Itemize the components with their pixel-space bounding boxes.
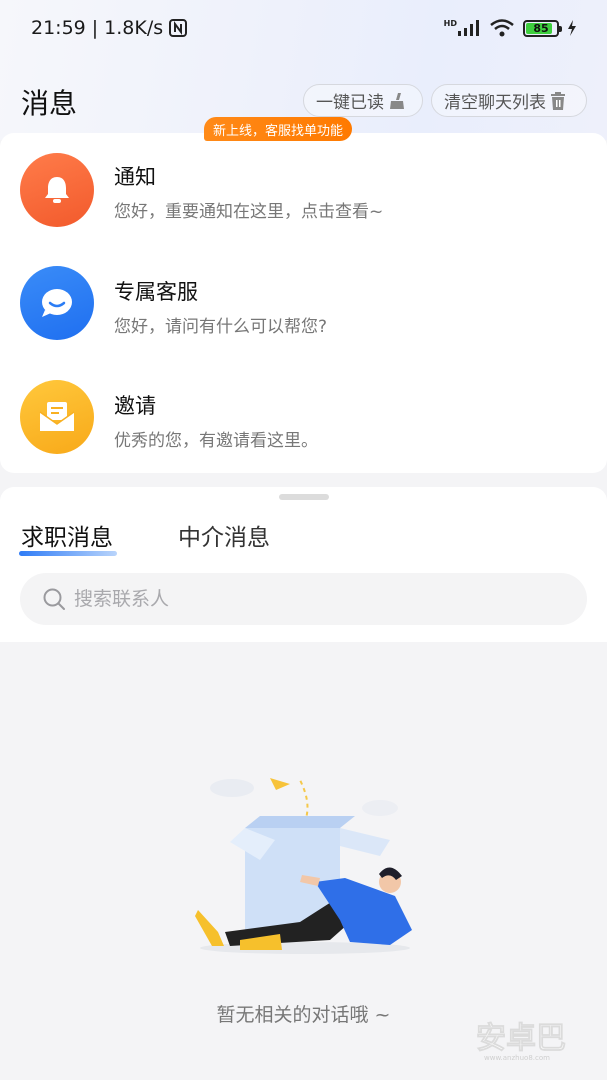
chat-bubble-icon — [20, 266, 94, 340]
search-bar[interactable] — [20, 573, 587, 625]
trash-icon — [551, 91, 565, 110]
network-type-label: HD — [443, 18, 457, 28]
bell-icon — [20, 153, 94, 227]
message-item-service[interactable]: 专属客服 您好，请问有什么可以帮您? — [0, 266, 607, 366]
broom-icon — [390, 92, 404, 109]
search-icon — [43, 588, 65, 610]
status-separator: | — [91, 17, 99, 39]
active-tab-indicator — [19, 551, 117, 556]
status-bar: 21:59 | 1.8K/s HD 85 — [0, 0, 607, 56]
status-left: 21:59 | 1.8K/s — [31, 17, 188, 39]
system-messages-card: 通知 您好，重要通知在这里，点击查看~ 专属客服 您好，请问有什么可以帮您? 邀… — [0, 133, 607, 473]
nfc-icon — [169, 19, 188, 37]
message-title: 通知 — [114, 165, 156, 189]
status-time: 21:59 — [31, 17, 86, 39]
status-speed: 1.8K/s — [104, 17, 164, 39]
message-item-invite[interactable]: 邀请 优秀的您，有邀请看这里。 — [0, 380, 607, 480]
battery-level: 85 — [533, 21, 549, 35]
chat-tabs-card: 求职消息 中介消息 — [0, 487, 607, 642]
status-right: HD 85 — [444, 18, 577, 38]
envelope-icon — [20, 380, 94, 454]
battery-indicator: 85 — [523, 19, 562, 37]
message-subtitle: 您好，重要通知在这里，点击查看~ — [114, 202, 384, 222]
message-title: 专属客服 — [114, 280, 198, 304]
message-item-notice[interactable]: 通知 您好，重要通知在这里，点击查看~ — [0, 153, 607, 253]
svg-text:安卓巴: 安卓巴 — [476, 1021, 566, 1056]
tab-agency-messages[interactable]: 中介消息 — [178, 518, 270, 552]
mark-all-read-label: 一键已读 — [316, 93, 384, 113]
mark-all-read-button[interactable]: 一键已读 — [303, 84, 423, 117]
message-subtitle: 优秀的您，有邀请看这里。 — [114, 431, 318, 451]
new-feature-badge: 新上线，客服找单功能 — [204, 117, 353, 141]
empty-state-illustration — [195, 778, 412, 954]
search-input[interactable] — [74, 588, 534, 610]
message-title: 邀请 — [114, 394, 156, 418]
clear-chat-list-button[interactable]: 清空聊天列表 — [431, 84, 587, 117]
drag-handle[interactable] — [279, 494, 329, 500]
svg-text:www.anzhuo8.com: www.anzhuo8.com — [484, 1054, 550, 1062]
page-title: 消息 — [21, 87, 78, 120]
signal-icon — [458, 20, 479, 36]
charging-icon — [568, 20, 576, 36]
clear-chat-list-label: 清空聊天列表 — [444, 93, 546, 113]
tab-job-messages[interactable]: 求职消息 — [21, 518, 113, 552]
message-subtitle: 您好，请问有什么可以帮您? — [114, 317, 328, 337]
wifi-icon — [490, 19, 514, 37]
watermark-logo: 安卓巴 www.anzhuo8.com — [476, 1021, 567, 1062]
